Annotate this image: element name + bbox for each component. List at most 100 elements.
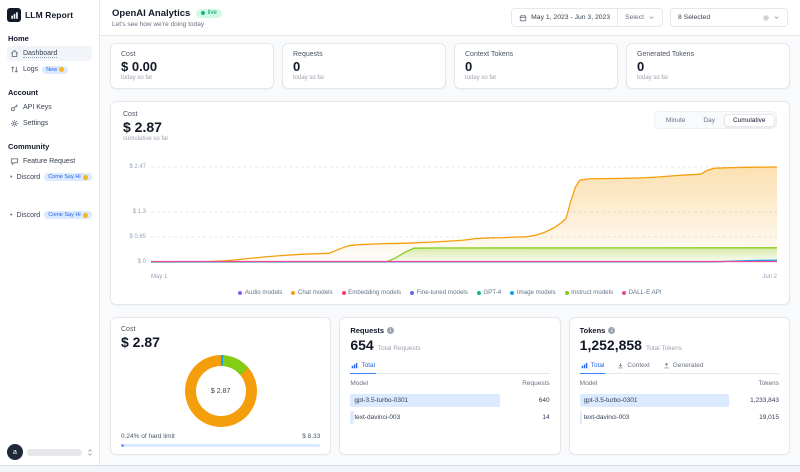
cost-chart-xaxis: May 1 Jun 2 [151, 274, 777, 280]
tokens-total: 1,252,858 [580, 337, 642, 353]
legend-dot [238, 291, 242, 295]
page-title: OpenAI Analytics [112, 8, 190, 19]
legend-item-fine-tuned[interactable]: Fine-tuned models [410, 289, 468, 296]
info-icon[interactable]: i [387, 327, 394, 334]
range-button-minute[interactable]: Minute [657, 114, 695, 127]
requests-tabs: Total [350, 360, 549, 374]
chat-bubble-icon [10, 157, 19, 166]
sidebar-item-settings[interactable]: Settings [7, 116, 92, 131]
info-icon[interactable]: i [608, 327, 615, 334]
logs-icon [10, 65, 19, 74]
app-logo[interactable]: LLM Report [7, 8, 92, 22]
chevron-down-icon [773, 14, 780, 21]
live-badge: live [196, 9, 222, 18]
range-button-cumulative[interactable]: Cumulative [724, 114, 775, 127]
legend-item-audio[interactable]: Audio models [238, 289, 282, 296]
account-switcher[interactable]: a [7, 444, 94, 460]
table-row: text-davinci-003 14 [350, 411, 549, 424]
legend-dot [622, 291, 626, 295]
table-header: Model Requests [350, 380, 549, 390]
legend-dot [477, 291, 481, 295]
table-row: text-davinci-003 19,015 [580, 411, 779, 424]
stat-card-context-tokens: Context Tokens 0 today so far [454, 43, 618, 89]
account-name-skeleton [27, 449, 82, 456]
key-icon [10, 103, 19, 112]
sidebar-item-feature-request[interactable]: Feature Request [7, 154, 92, 169]
chart-legend: Audio models Chat models Embedding model… [123, 289, 777, 296]
bottom-scrollbar[interactable] [0, 465, 800, 472]
donut-center-label: $ 2.87 [196, 366, 246, 416]
discord-badge: Come Say Hi [44, 173, 91, 181]
live-dot-icon [201, 11, 205, 15]
tokens-card: Tokens i 1,252,858 Total Tokens Total Co… [569, 317, 790, 455]
stats-row: Cost $ 0.00 today so far Requests 0 toda… [110, 43, 790, 89]
range-button-day[interactable]: Day [694, 114, 724, 127]
sidebar: LLM Report Home Dashboard Logs New Accou… [0, 0, 100, 472]
y-axis-tick: $ 0 [138, 259, 146, 265]
models-multiselect[interactable]: 8 Selected [670, 8, 788, 27]
table-row: gpt-3.5-turbo-0301 1,233,843 [580, 394, 779, 407]
y-axis-tick: $ 0.65 [129, 234, 146, 240]
gear-icon [10, 119, 19, 128]
chart-title: Cost [123, 111, 168, 118]
bullet-icon: • [10, 212, 12, 219]
requests-total: 654 [350, 337, 373, 353]
gear-icon [762, 14, 770, 22]
stat-card-requests: Requests 0 today so far [282, 43, 446, 89]
tab-generated[interactable]: Generated [662, 360, 705, 373]
main-content: OpenAI Analytics live Let's see how we'r… [100, 0, 800, 472]
hard-limit-progress [121, 444, 320, 447]
y-axis-tick: $ 1.3 [133, 209, 146, 215]
wave-emoji-icon [83, 175, 88, 180]
models-selected-value: 8 Selected [678, 14, 710, 21]
home-icon [10, 49, 19, 58]
bee-emoji-icon [59, 67, 64, 72]
tokens-tabs: Total Context Generated [580, 360, 779, 374]
cost-chart-card: Cost $ 2.87 cumulative so far Minute Day… [110, 101, 790, 305]
legend-item-chat[interactable]: Chat models [291, 289, 332, 296]
legend-item-embedding[interactable]: Embedding models [342, 289, 401, 296]
date-range-value: May 1, 2023 - Jun 3, 2023 [531, 14, 610, 21]
cost-breakdown-card: Cost $ 2.87 $ 2.87 0.24% of hard limit $… [110, 317, 331, 455]
legend-item-image[interactable]: Image models [510, 289, 555, 296]
sidebar-item-dashboard[interactable]: Dashboard [7, 46, 92, 61]
hard-limit-amount: $ 8.33 [302, 433, 320, 440]
chevron-down-icon [648, 14, 655, 21]
cost-donut-chart: $ 2.87 [185, 355, 257, 427]
wave-emoji-icon [83, 213, 88, 218]
chart-subtitle: cumulative so far [123, 136, 168, 142]
legend-item-dalle[interactable]: DALL-E API [622, 289, 662, 296]
legend-dot [291, 291, 295, 295]
stat-card-cost: Cost $ 0.00 today so far [110, 43, 274, 89]
hard-limit-progress-fill [121, 444, 124, 447]
sidebar-item-api-keys[interactable]: API Keys [7, 100, 92, 115]
sidebar-item-discord-1[interactable]: • Discord Come Say Hi [7, 170, 92, 184]
table-row: gpt-3.5-turbo-0301 640 [350, 394, 549, 407]
cost-chart-yaxis: $ 2.47 $ 1.3 $ 0.65 $ 0 [123, 150, 151, 272]
sidebar-item-discord-2[interactable]: • Discord Come Say Hi [7, 208, 92, 222]
tab-total[interactable]: Total [580, 360, 606, 373]
calendar-icon [519, 14, 527, 22]
legend-dot [510, 291, 514, 295]
sidebar-item-logs[interactable]: Logs New [7, 62, 92, 77]
date-preset-select[interactable]: Select [617, 9, 662, 26]
y-axis-tick: $ 2.47 [129, 164, 146, 170]
tab-total[interactable]: Total [350, 360, 376, 373]
requests-card: Requests i 654 Total Requests Total Mode… [339, 317, 560, 455]
discord-badge: Come Say Hi [44, 211, 91, 219]
new-badge: New [42, 66, 68, 74]
legend-item-gpt4[interactable]: GPT-4 [477, 289, 501, 296]
cost-chart-plot [151, 150, 777, 272]
page-subtitle: Let's see how we're doing today [112, 21, 222, 28]
chevrons-up-down-icon [86, 448, 94, 457]
logo-icon [7, 8, 21, 22]
tab-context[interactable]: Context [616, 360, 650, 373]
bottom-row: Cost $ 2.87 $ 2.87 0.24% of hard limit $… [110, 317, 790, 455]
topbar: OpenAI Analytics live Let's see how we'r… [100, 0, 800, 36]
date-range-control[interactable]: May 1, 2023 - Jun 3, 2023 Select [511, 8, 663, 27]
legend-item-instruct[interactable]: Instruct models [565, 289, 613, 296]
app-title: LLM Report [25, 10, 73, 20]
stat-card-generated-tokens: Generated Tokens 0 today so far [626, 43, 790, 89]
sidebar-item-label: Dashboard [23, 50, 57, 58]
avatar: a [7, 444, 23, 460]
